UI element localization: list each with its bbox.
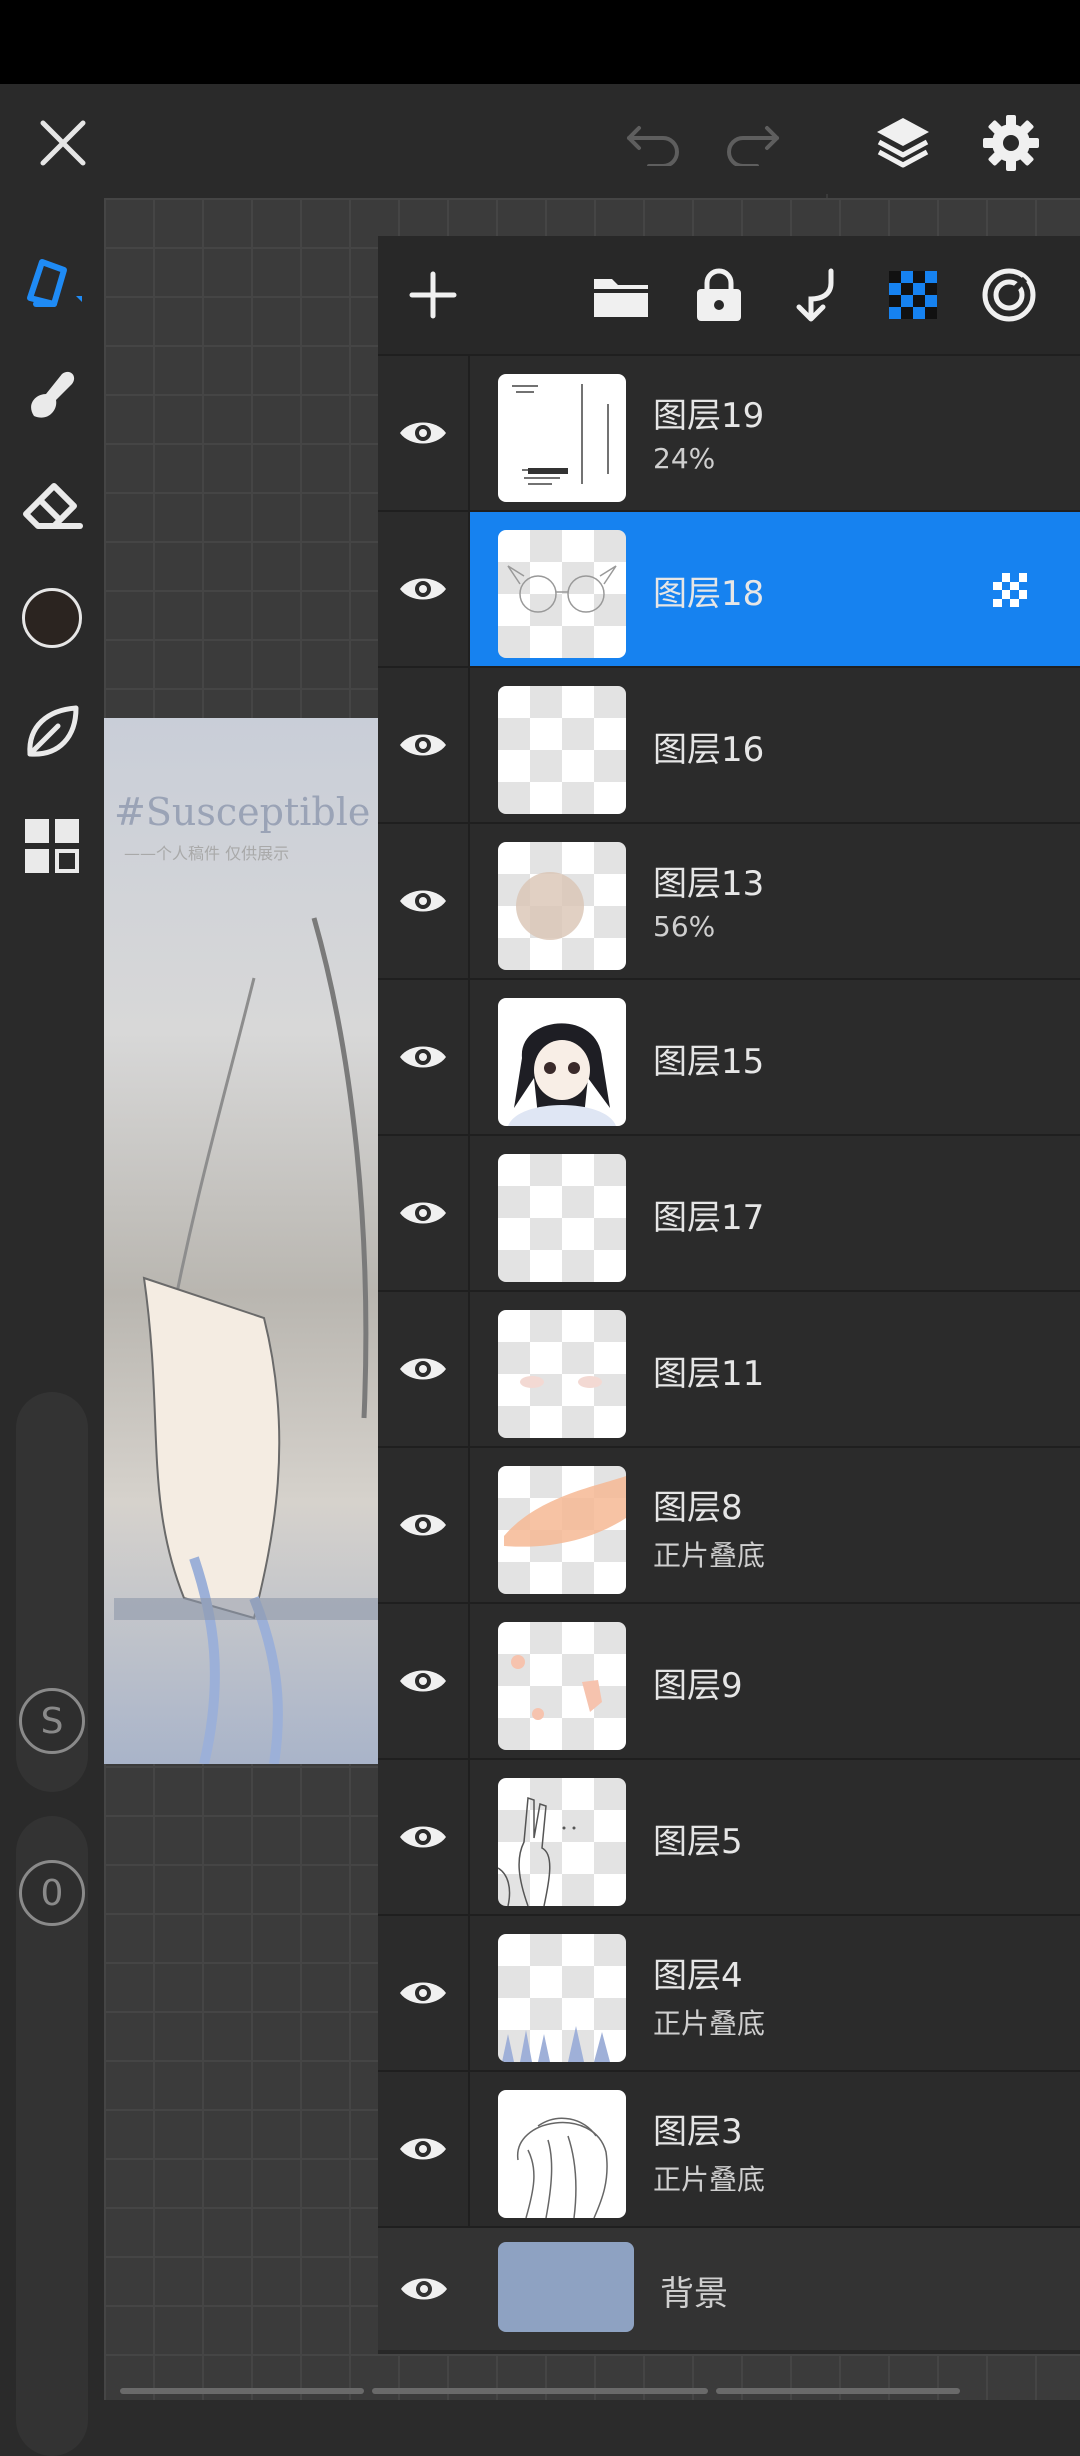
layer-row[interactable]: 图层19 24% xyxy=(378,354,1080,510)
layer-thumbnail xyxy=(498,1778,626,1906)
eye-icon[interactable] xyxy=(378,1760,470,1914)
layer-opacity: 56% xyxy=(653,910,716,943)
layer-name: 图层8 xyxy=(653,1488,743,1528)
layer-row[interactable]: 图层8 正片叠底 xyxy=(378,1446,1080,1602)
layers-icon[interactable] xyxy=(868,108,938,178)
top-bar xyxy=(0,84,1080,250)
background-layer-row[interactable]: 背景 xyxy=(378,2226,1080,2350)
layer-row[interactable]: 图层3 正片叠底 xyxy=(378,2070,1080,2226)
artwork-preview: #Susceptible ——个人稿件 仅供展示 xyxy=(104,718,378,1764)
layers-toolbar xyxy=(378,236,1080,354)
layer-row[interactable]: 图层9 xyxy=(378,1602,1080,1758)
eye-icon[interactable] xyxy=(378,980,470,1134)
layer-row[interactable]: 图层16 xyxy=(378,666,1080,822)
alpha-lock-icon[interactable] xyxy=(880,262,946,328)
undo-icon[interactable] xyxy=(620,110,690,176)
layer-thumbnail xyxy=(498,686,626,814)
folder-icon[interactable] xyxy=(588,262,654,328)
eye-icon[interactable] xyxy=(378,668,470,822)
layer-name: 图层11 xyxy=(653,1354,765,1394)
add-icon[interactable] xyxy=(400,262,466,328)
scroll-indicator xyxy=(716,2388,960,2394)
layer-name: 图层15 xyxy=(653,1042,765,1082)
layer-blend-mode: 正片叠底 xyxy=(653,1539,766,1572)
eye-icon[interactable] xyxy=(378,356,470,510)
layer-row-selected[interactable]: 图层18 xyxy=(378,510,1080,666)
scroll-indicator xyxy=(120,2388,364,2394)
layer-name: 图层5 xyxy=(653,1822,743,1862)
layer-opacity: 24% xyxy=(653,442,716,475)
eye-icon[interactable] xyxy=(378,1604,470,1758)
layer-thumbnail xyxy=(498,998,626,1126)
layer-name: 图层16 xyxy=(653,730,765,770)
scroll-indicator xyxy=(372,2388,708,2394)
layer-blend-mode: 正片叠底 xyxy=(653,2163,766,2196)
eraser-icon[interactable] xyxy=(16,468,88,540)
grid-icon[interactable] xyxy=(16,810,88,882)
layer-thumbnail xyxy=(498,842,626,970)
redo-icon[interactable] xyxy=(716,110,786,176)
background-color-swatch xyxy=(498,2242,634,2332)
eye-icon[interactable] xyxy=(378,2228,470,2350)
layer-thumbnail xyxy=(498,1466,626,1594)
close-icon[interactable] xyxy=(30,110,96,176)
eye-icon[interactable] xyxy=(378,2072,470,2226)
pen-icon[interactable] xyxy=(16,244,88,316)
eye-icon[interactable] xyxy=(378,1448,470,1602)
eye-icon[interactable] xyxy=(378,1136,470,1290)
brush-size-slider[interactable]: S xyxy=(16,1392,88,1792)
artwork-title: #Susceptible xyxy=(114,790,371,834)
merge-down-icon[interactable] xyxy=(782,262,848,328)
layer-thumbnail xyxy=(498,1154,626,1282)
layer-row[interactable]: 图层11 xyxy=(378,1290,1080,1446)
eye-icon[interactable] xyxy=(378,824,470,978)
layer-thumbnail xyxy=(498,530,626,658)
layer-blend-mode: 正片叠底 xyxy=(653,2007,766,2040)
eye-icon[interactable] xyxy=(378,512,470,666)
layer-thumbnail xyxy=(498,2090,626,2218)
brush-size-knob[interactable]: S xyxy=(19,1688,85,1754)
layer-row[interactable]: 图层17 xyxy=(378,1134,1080,1290)
eye-icon[interactable] xyxy=(378,1292,470,1446)
layer-row[interactable]: 图层15 xyxy=(378,978,1080,1134)
left-toolbar: S 0 xyxy=(0,198,104,2456)
status-bar xyxy=(0,0,1080,84)
lock-icon[interactable] xyxy=(686,262,752,328)
layer-name: 图层3 xyxy=(653,2112,743,2152)
layer-row[interactable]: 图层4 正片叠底 xyxy=(378,1914,1080,2070)
artwork-subtitle: ——个人稿件 仅供展示 xyxy=(124,844,290,863)
opacity-slider[interactable]: 0 xyxy=(16,1816,88,2456)
layers-panel: 图层19 24% 图层18 图层16 图层13 56% 图层15 图层17 图层… xyxy=(378,236,1080,2354)
layer-list: 图层19 24% 图层18 图层16 图层13 56% 图层15 图层17 图层… xyxy=(378,354,1080,2350)
layer-name: 图层13 xyxy=(653,864,765,904)
settings-icon[interactable] xyxy=(976,108,1046,178)
color-swatch[interactable] xyxy=(16,582,88,654)
layer-thumbnail xyxy=(498,1310,626,1438)
layer-name: 图层19 xyxy=(653,396,765,436)
layer-thumbnail xyxy=(498,1622,626,1750)
background-label: 背景 xyxy=(660,2274,728,2314)
smudge-icon[interactable] xyxy=(16,358,88,430)
layer-name: 图层18 xyxy=(653,574,765,614)
layer-row[interactable]: 图层5 xyxy=(378,1758,1080,1914)
leaf-icon[interactable] xyxy=(16,696,88,768)
layer-thumbnail xyxy=(498,1934,626,2062)
eye-icon[interactable] xyxy=(378,1916,470,2070)
blend-icon[interactable] xyxy=(976,262,1042,328)
layer-name: 图层17 xyxy=(653,1198,765,1238)
layer-name: 图层4 xyxy=(653,1956,743,1996)
opacity-knob[interactable]: 0 xyxy=(19,1860,85,1926)
alpha-lock-icon xyxy=(993,573,1027,607)
layer-thumbnail xyxy=(498,374,626,502)
layer-row[interactable]: 图层13 56% xyxy=(378,822,1080,978)
layer-name: 图层9 xyxy=(653,1666,743,1706)
